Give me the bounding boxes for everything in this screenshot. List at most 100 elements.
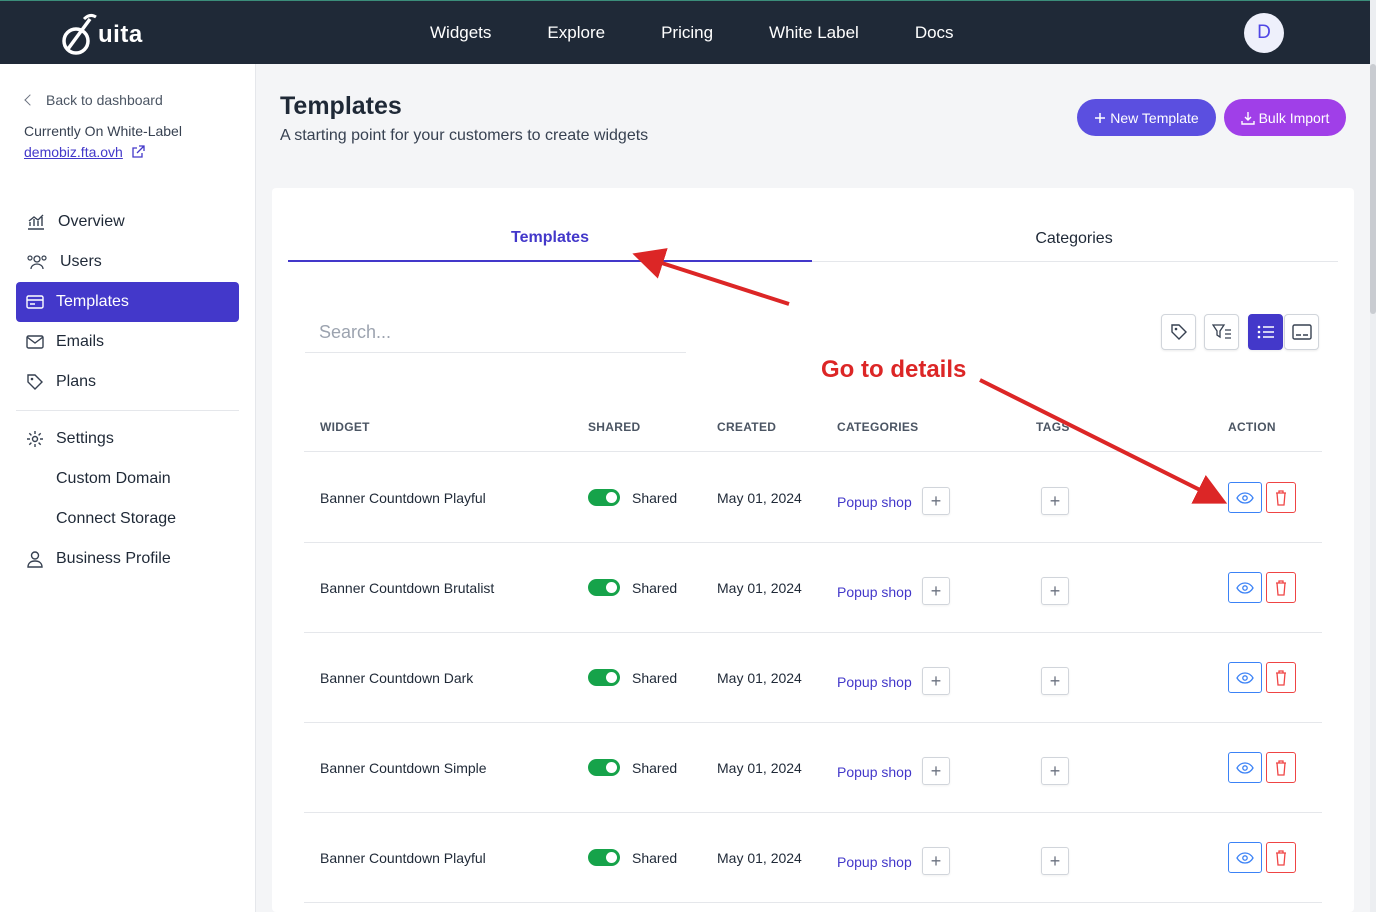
delete-button[interactable] [1266,662,1296,693]
col-widget: WIDGET [320,420,370,434]
table-row: Banner Countdown Playful Shared May 01, … [304,453,1322,543]
list-icon [1257,325,1274,339]
add-tag-button[interactable]: + [1041,847,1069,875]
shared-label: Shared [632,580,678,596]
delete-button[interactable] [1266,572,1296,603]
table-row: Banner Countdown Simple Shared May 01, 2… [304,723,1322,813]
table-row: Banner Countdown Brutalist Shared May 01… [304,543,1322,633]
page-scrollbar[interactable] [1370,0,1376,912]
add-category-button[interactable]: + [922,667,950,695]
new-template-label: New Template [1110,109,1199,126]
category-link[interactable]: Popup shop [837,584,912,600]
trash-icon [1276,849,1286,866]
card-view-icon [1291,324,1312,340]
bulk-import-button[interactable]: Bulk Import [1224,99,1346,136]
tag-icon [27,374,43,390]
add-tag-button[interactable]: + [1041,487,1069,515]
view-details-button[interactable] [1228,842,1262,873]
shared-toggle[interactable] [588,759,620,776]
col-shared: SHARED [588,420,641,434]
col-tags: TAGS [1036,420,1070,434]
nav-pricing[interactable]: Pricing [661,23,713,43]
eye-icon [1236,851,1254,864]
sidebar-item-label: Business Profile [56,550,171,567]
filter-button[interactable] [1204,314,1239,350]
tag-icon [1170,324,1187,340]
sidebar-divider [16,410,239,411]
nav-widgets[interactable]: Widgets [430,23,491,43]
add-category-button[interactable]: + [922,577,950,605]
download-icon [1240,111,1255,125]
mail-icon [26,335,44,349]
shared-label: Shared [632,490,678,506]
search-input[interactable] [305,313,686,353]
category-link[interactable]: Popup shop [837,674,912,690]
add-category-button[interactable]: + [922,847,950,875]
shared-toggle[interactable] [588,489,620,506]
add-tag-button[interactable]: + [1041,577,1069,605]
add-category-button[interactable]: + [922,487,950,515]
top-navbar: uita Widgets Explore Pricing White Label… [0,0,1370,64]
nav-explore[interactable]: Explore [547,23,605,43]
sidebar-item-overview[interactable]: Overview [16,202,239,242]
category-link[interactable]: Popup shop [837,494,912,510]
view-details-button[interactable] [1228,482,1262,513]
external-link-icon [132,145,145,158]
widget-name: Banner Countdown Brutalist [320,580,495,596]
widget-name: Banner Countdown Playful [320,490,486,506]
new-template-button[interactable]: New Template [1077,99,1216,136]
shared-label: Shared [632,850,678,866]
grid-view-button[interactable] [1284,314,1319,350]
back-label: Back to dashboard [46,92,163,108]
annotation-label: Go to details [821,356,967,383]
tags-filter-button[interactable] [1161,314,1196,350]
chart-icon [28,214,44,230]
category-link[interactable]: Popup shop [837,854,912,870]
list-view-button[interactable] [1248,314,1283,350]
add-tag-button[interactable]: + [1041,757,1069,785]
add-category-button[interactable]: + [922,757,950,785]
shared-toggle[interactable] [588,669,620,686]
nav-white-label[interactable]: White Label [769,23,859,43]
created-date: May 01, 2024 [717,850,802,866]
current-workspace-label: Currently On White-Label [24,123,182,139]
delete-button[interactable] [1266,482,1296,513]
sidebar-item-label: Settings [56,430,114,447]
sidebar-item-templates[interactable]: Templates [16,282,239,322]
view-details-button[interactable] [1228,752,1262,783]
main-nav: Widgets Explore Pricing White Label Docs [430,1,954,65]
shared-toggle[interactable] [588,579,620,596]
col-created: CREATED [717,420,777,434]
widget-name: Banner Countdown Dark [320,670,474,686]
delete-button[interactable] [1266,752,1296,783]
sidebar-item-connect-storage[interactable]: Connect Storage [56,510,176,528]
sidebar-item-business-profile[interactable]: Business Profile [16,539,239,579]
sidebar-item-emails[interactable]: Emails [16,322,239,362]
sidebar-item-users[interactable]: Users [16,242,239,282]
page-title: Templates [280,92,402,120]
widget-name: Banner Countdown Simple [320,760,487,776]
category-link[interactable]: Popup shop [837,764,912,780]
tab-templates[interactable]: Templates [288,216,812,262]
tab-categories[interactable]: Categories [812,216,1336,262]
sidebar-item-label: Plans [56,373,97,390]
sidebar-item-plans[interactable]: Plans [16,362,239,402]
back-to-dashboard-link[interactable]: Back to dashboard [22,92,163,108]
view-details-button[interactable] [1228,572,1262,603]
shared-toggle[interactable] [588,849,620,866]
user-avatar[interactable]: D [1244,13,1284,53]
created-date: May 01, 2024 [717,760,802,776]
table-row: Banner Countdown Dark Shared May 01, 202… [304,633,1322,723]
nav-docs[interactable]: Docs [915,23,954,43]
delete-button[interactable] [1266,842,1296,873]
add-tag-button[interactable]: + [1041,667,1069,695]
sidebar-item-custom-domain[interactable]: Custom Domain [56,470,171,488]
gear-icon [27,431,43,447]
table-row: Banner Countdown Playful Shared May 01, … [304,813,1322,903]
scrollbar-thumb[interactable] [1370,64,1376,314]
brand-logo[interactable]: uita [60,9,143,57]
trash-icon [1276,759,1286,776]
sidebar-item-settings[interactable]: Settings [16,419,239,459]
view-details-button[interactable] [1228,662,1262,693]
domain-link[interactable]: demobiz.fta.ovh [24,144,145,160]
